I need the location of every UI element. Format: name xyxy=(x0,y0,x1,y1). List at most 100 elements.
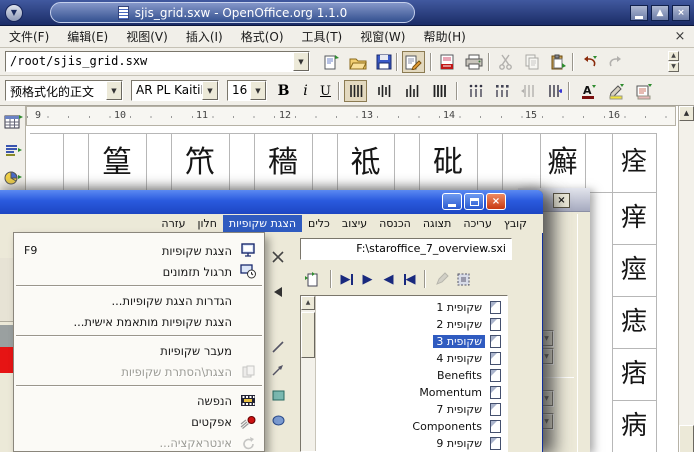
highlighting-button[interactable] xyxy=(604,80,627,102)
menu-view[interactable]: תצוגה xyxy=(417,215,457,232)
impress-minimize-button[interactable] xyxy=(442,193,462,210)
menu-item-slide-transition[interactable]: מעבר שקופיות xyxy=(14,340,264,361)
list-scroll-up-button[interactable]: ▲ xyxy=(301,296,315,310)
valign-center-button[interactable] xyxy=(372,80,395,102)
window-menu-button[interactable]: ▼ xyxy=(5,4,23,22)
font-size-value[interactable]: 16 xyxy=(228,81,250,100)
insert-object-button[interactable] xyxy=(1,166,25,190)
list-item[interactable]: שקופית 2 xyxy=(317,316,505,332)
toolbar-scroll-down-button[interactable]: ▼ xyxy=(668,62,679,72)
menu-file[interactable]: 文件(F) xyxy=(0,26,58,48)
grid-cell[interactable]: 痣 xyxy=(612,296,656,348)
grid-cell[interactable]: 癬 xyxy=(540,133,585,192)
list-item-selected[interactable]: שקופית 3 xyxy=(317,333,505,349)
show-shapes-button[interactable] xyxy=(452,268,474,290)
menu-file[interactable]: קובץ xyxy=(498,215,533,232)
underline-button[interactable]: U xyxy=(314,80,337,102)
grid-cell[interactable]: 痙 xyxy=(612,244,656,296)
list-item[interactable]: Components xyxy=(317,418,505,434)
menu-view[interactable]: 视图(V) xyxy=(117,26,177,48)
save-button[interactable] xyxy=(372,51,395,73)
next-slide-button[interactable]: ▶ xyxy=(357,268,378,290)
tool-zoom-icon[interactable] xyxy=(269,248,287,266)
menu-item-custom-slide-show[interactable]: הצגת שקופיות מותאמת אישית... xyxy=(14,311,264,332)
document-close-button[interactable]: × xyxy=(672,26,688,48)
menu-edit[interactable]: עריכה xyxy=(457,215,498,232)
impress-close-button[interactable]: × xyxy=(486,193,506,210)
menu-item-effects[interactable]: אפקטים xyxy=(14,411,264,432)
insert-fields-button[interactable] xyxy=(1,138,25,162)
tool-arrow-icon[interactable] xyxy=(269,361,287,379)
paragraph-style-value[interactable]: 预格式化的正文 xyxy=(6,81,106,100)
tool-rectangle-icon[interactable] xyxy=(269,386,287,404)
menu-help[interactable]: עזרה xyxy=(155,215,191,232)
grid-cell[interactable]: 笊 xyxy=(171,133,229,192)
url-input[interactable]: /root/sjis_grid.sxw xyxy=(6,52,293,71)
list-scrollbar[interactable]: ▲ xyxy=(301,296,316,451)
list-item[interactable]: Momentum xyxy=(317,384,505,400)
list-item[interactable]: שקופית 4 xyxy=(317,350,505,366)
titlebar-pill[interactable]: sjis_grid.sxw - OpenOffice.org 1.1.0 xyxy=(50,2,415,23)
open-button[interactable] xyxy=(346,51,369,73)
grid-cell[interactable]: 篁 xyxy=(88,133,146,192)
tool-select-icon[interactable] xyxy=(269,283,287,301)
maximize-button[interactable]: ▲ xyxy=(651,5,669,21)
font-name-dropdown[interactable]: ▼ xyxy=(202,81,218,100)
toolbar-scroll-up-button[interactable]: ▲ xyxy=(668,51,679,61)
menu-window[interactable]: חלון xyxy=(191,215,222,232)
menu-format[interactable]: 格式(O) xyxy=(232,26,293,48)
minimize-button[interactable] xyxy=(630,5,648,21)
valign-top-button[interactable] xyxy=(344,80,367,102)
bold-button[interactable]: B xyxy=(272,80,295,102)
previous-slide-button[interactable]: ◀ xyxy=(378,268,399,290)
print-button[interactable] xyxy=(462,51,485,73)
menu-item-rehearse-timings[interactable]: תרגול תזמונים xyxy=(14,261,264,282)
menu-tools[interactable]: כלים xyxy=(302,215,336,232)
menu-slide-show[interactable]: הצגת שקופיות xyxy=(223,215,302,232)
font-name-value[interactable]: AR PL KaitiM xyxy=(132,81,202,100)
bullets-button[interactable] xyxy=(490,80,513,102)
menu-insert[interactable]: 插入(I) xyxy=(177,26,232,48)
scrollbar-thumb[interactable] xyxy=(679,425,694,452)
menu-tools[interactable]: 工具(T) xyxy=(293,26,352,48)
new-document-button[interactable] xyxy=(320,51,343,73)
first-slide-button[interactable]: ▶ xyxy=(336,268,357,290)
grid-cell[interactable]: 痒 xyxy=(612,192,656,244)
list-item[interactable]: שקופית 7 xyxy=(317,401,505,417)
grid-cell[interactable]: 砒 xyxy=(419,133,477,192)
grid-cell[interactable]: 穡 xyxy=(254,133,312,192)
list-scrollbar-thumb[interactable] xyxy=(301,312,315,358)
paragraph-style-dropdown[interactable]: ▼ xyxy=(106,81,122,100)
list-item[interactable]: שקופית 9 xyxy=(317,435,505,451)
paste-button[interactable] xyxy=(546,51,569,73)
menu-item-animation[interactable]: הנפשה xyxy=(14,390,264,411)
drag-mode-button[interactable] xyxy=(300,268,326,290)
grid-cell[interactable]: 祗 xyxy=(337,133,394,192)
valign-justify-button[interactable] xyxy=(428,80,451,102)
tool-line-icon[interactable] xyxy=(269,338,287,356)
fragment-close-button[interactable]: × xyxy=(553,193,570,208)
undo-button[interactable] xyxy=(578,51,601,73)
menu-item-slide-show[interactable]: הצגת שקופיות F9 xyxy=(14,240,264,261)
export-pdf-button[interactable] xyxy=(436,51,459,73)
font-size-dropdown[interactable]: ▼ xyxy=(250,81,266,100)
list-item[interactable]: שקופית 1 xyxy=(317,299,505,315)
insert-table-button[interactable] xyxy=(1,110,25,134)
last-slide-button[interactable]: ◀ xyxy=(399,268,420,290)
menu-help[interactable]: 帮助(H) xyxy=(414,26,474,48)
menu-window[interactable]: 视窗(W) xyxy=(351,26,414,48)
numbering-button[interactable] xyxy=(464,80,487,102)
grid-cell[interactable]: 痊 xyxy=(612,133,656,192)
impress-restore-button[interactable] xyxy=(464,193,484,210)
file-path-field[interactable]: F:\staroffice_7_overview.sxi xyxy=(300,238,512,260)
scroll-up-button[interactable]: ▲ xyxy=(679,106,694,121)
menu-edit[interactable]: 编辑(E) xyxy=(58,26,117,48)
list-item[interactable]: Benefits xyxy=(317,367,505,383)
grid-cell[interactable]: 痞 xyxy=(612,348,656,400)
increase-indent-button[interactable] xyxy=(542,80,565,102)
menu-item-slide-show-settings[interactable]: הגדרות הצגת שקופיות... xyxy=(14,290,264,311)
url-dropdown-button[interactable]: ▼ xyxy=(293,52,309,71)
close-button[interactable]: × xyxy=(672,5,690,21)
valign-bottom-button[interactable] xyxy=(400,80,423,102)
tool-ellipse-icon[interactable] xyxy=(269,411,287,429)
